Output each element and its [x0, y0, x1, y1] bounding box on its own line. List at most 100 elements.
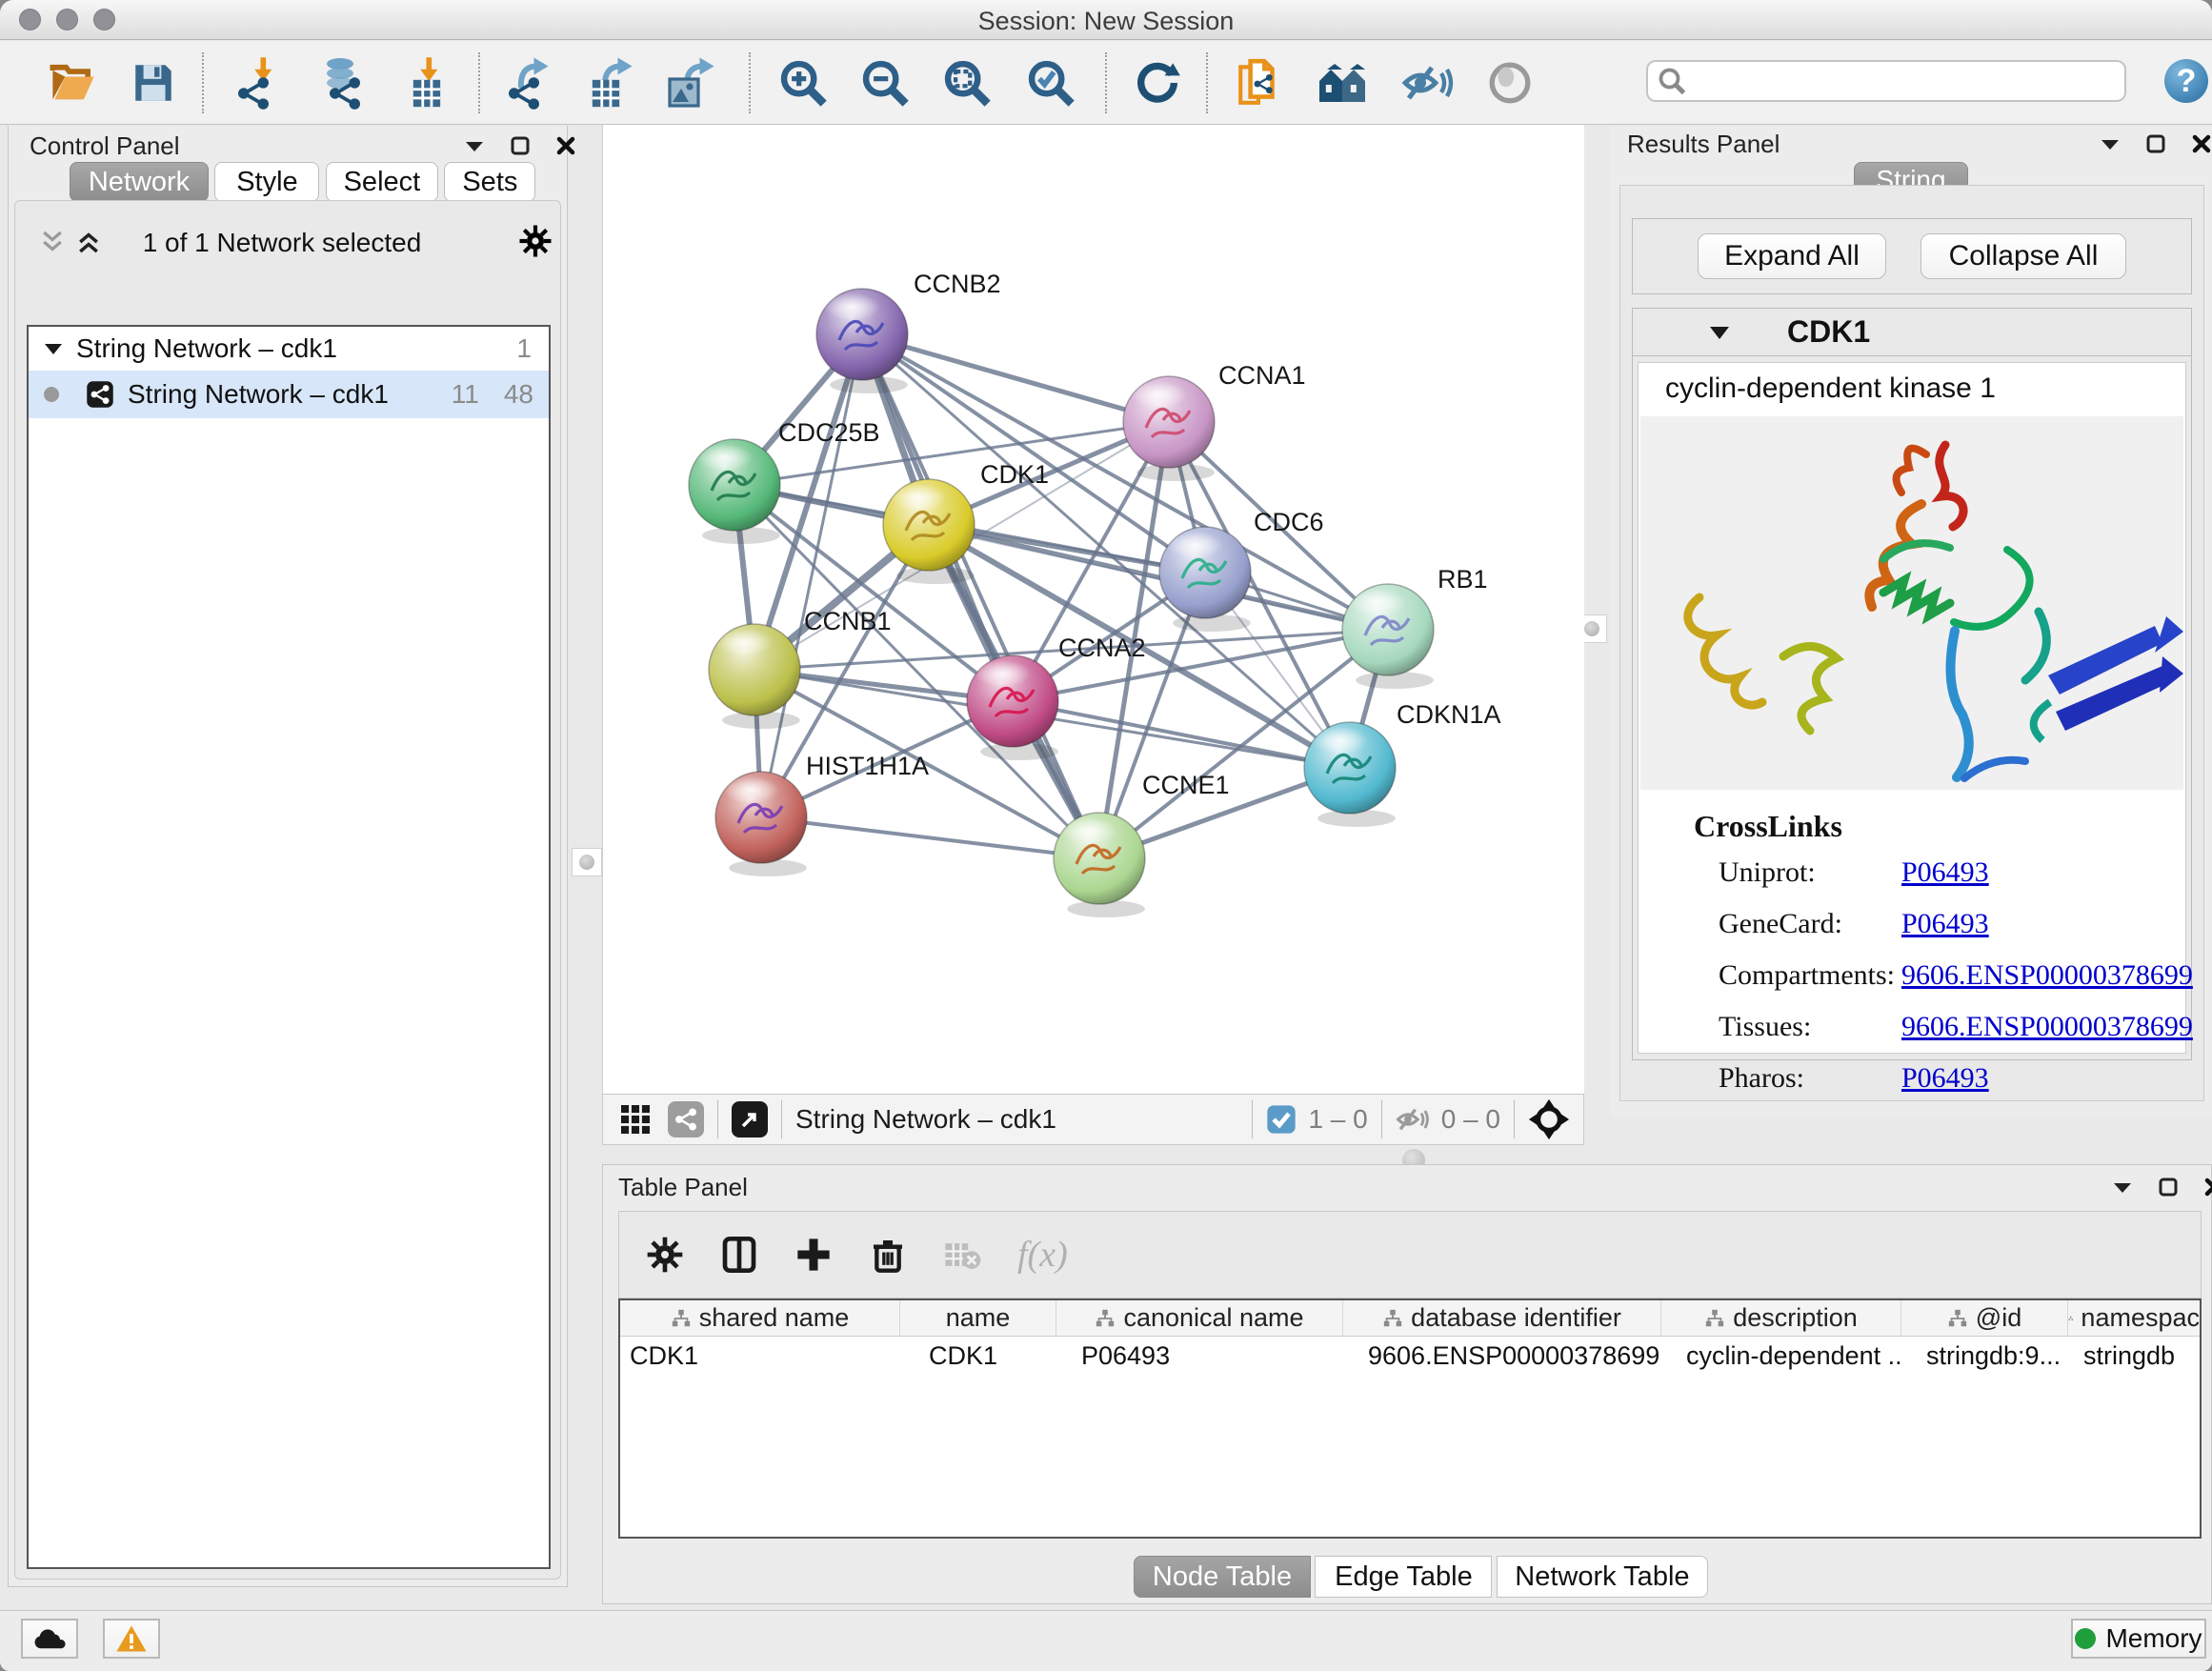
function-builder-icon[interactable]: f(x) [1017, 1234, 1068, 1276]
attribute-icon [1947, 1308, 1968, 1329]
crosslink-label: Uniprot: [1719, 856, 1816, 889]
column-header[interactable]: @id [1901, 1300, 2068, 1336]
export-image-icon[interactable] [663, 55, 718, 111]
toolbar-separator [749, 52, 751, 113]
refresh-view-icon[interactable] [1130, 55, 1185, 111]
cloud-status-button[interactable] [21, 1619, 78, 1659]
svg-text:CDK1: CDK1 [980, 460, 1049, 489]
crosslink-genecard-link[interactable]: P06493 [1901, 908, 1989, 940]
delete-column-icon[interactable] [869, 1236, 907, 1274]
crosslink-pharos-link[interactable]: P06493 [1901, 1062, 1989, 1095]
export-network-icon[interactable] [503, 55, 558, 111]
open-session-icon[interactable] [46, 55, 101, 111]
cell-description[interactable]: cyclin-dependent ... [1661, 1337, 1901, 1375]
expand-collapse-bar: Expand All Collapse All [1632, 218, 2192, 294]
zoom-fit-icon[interactable] [939, 55, 995, 111]
import-table-file-icon[interactable] [398, 55, 453, 111]
network-row-selected[interactable]: String Network – cdk1 11 48 [29, 371, 549, 418]
network-canvas[interactable]: CCNB2 CCNA1 CDC25B CDK1 CDC6 [602, 125, 1584, 1094]
help-button[interactable]: ? [2164, 59, 2208, 103]
gene-section-header[interactable]: CDK1 [1633, 309, 2191, 356]
hidden-eye-slash-icon[interactable] [1396, 1104, 1430, 1135]
status-bar: Memory [0, 1610, 2212, 1671]
column-header[interactable]: shared name [620, 1300, 900, 1336]
tab-style[interactable]: Style [214, 162, 319, 202]
hide-selected-icon[interactable] [1400, 55, 1456, 111]
network-collection-row[interactable]: String Network – cdk1 1 [29, 327, 549, 371]
column-header[interactable]: database identifier [1343, 1300, 1661, 1336]
column-header[interactable]: description [1661, 1300, 1901, 1336]
column-header[interactable]: name [900, 1300, 1056, 1336]
memory-button[interactable]: Memory [2071, 1619, 2206, 1659]
tab-edge-table[interactable]: Edge Table [1315, 1556, 1492, 1598]
attribute-icon [1382, 1308, 1403, 1329]
zoom-selected-icon[interactable] [1023, 55, 1078, 111]
show-columns-icon[interactable] [720, 1236, 758, 1274]
maximize-panel-icon[interactable] [2145, 133, 2166, 154]
maximize-panel-icon[interactable] [510, 135, 531, 156]
zoom-out-icon[interactable] [857, 55, 913, 111]
svg-text:CDC25B: CDC25B [778, 418, 880, 447]
clone-network-icon[interactable] [1233, 55, 1288, 111]
network-label: String Network – cdk1 [128, 379, 389, 410]
expand-all-networks-icon[interactable] [74, 228, 103, 256]
network-tab-content: 1 of 1 Network selected String Network –… [14, 200, 561, 1580]
zoom-in-icon[interactable] [775, 55, 831, 111]
column-header[interactable]: namespac [2068, 1300, 2200, 1336]
export-table-icon[interactable] [583, 55, 638, 111]
crosslink-tissues-link[interactable]: 9606.ENSP00000378699 [1901, 1011, 2193, 1043]
maximize-panel-icon[interactable] [2158, 1177, 2179, 1198]
detach-view-icon[interactable] [732, 1101, 768, 1137]
cell-namespace[interactable]: stringdb [2068, 1337, 2200, 1375]
gene-description: cyclin-dependent kinase 1 [1665, 372, 1996, 405]
left-splitter-handle[interactable] [572, 848, 602, 876]
table-row[interactable]: CDK1 CDK1 P06493 9606.ENSP00000378699 cy… [620, 1337, 2200, 1375]
collapse-all-networks-icon[interactable] [38, 228, 67, 256]
collection-expanded-icon[interactable] [44, 341, 63, 356]
float-panel-icon[interactable] [2100, 136, 2121, 151]
tab-sets[interactable]: Sets [444, 162, 535, 202]
cell-database-identifier[interactable]: 9606.ENSP00000378699 [1343, 1337, 1661, 1375]
cell-canonical-name[interactable]: P06493 [1056, 1337, 1343, 1375]
search-input[interactable] [1686, 66, 2105, 97]
network-graph[interactable]: CCNB2 CCNA1 CDC25B CDK1 CDC6 [603, 125, 1585, 1094]
tab-network[interactable]: Network [70, 162, 209, 202]
crosslink-compartments-link[interactable]: 9606.ENSP00000378699 [1901, 959, 2193, 992]
crosslink-uniprot-link[interactable]: P06493 [1901, 856, 1989, 889]
column-header[interactable]: canonical name [1056, 1300, 1343, 1336]
warnings-button[interactable] [103, 1619, 160, 1659]
network-view-share-icon[interactable] [668, 1101, 704, 1137]
footer-separator [1381, 1100, 1382, 1138]
float-panel-icon[interactable] [464, 138, 485, 153]
tab-select[interactable]: Select [326, 162, 438, 202]
svg-text:CCNB1: CCNB1 [804, 607, 892, 635]
title-bar: Session: New Session [0, 0, 2212, 40]
cell-shared-name[interactable]: CDK1 [620, 1337, 900, 1375]
close-panel-icon[interactable] [2191, 133, 2212, 154]
save-session-icon[interactable] [126, 55, 181, 111]
tab-network-table[interactable]: Network Table [1497, 1556, 1708, 1598]
tab-node-table[interactable]: Node Table [1134, 1556, 1311, 1598]
section-expanded-icon[interactable] [1709, 324, 1730, 341]
close-panel-icon[interactable] [555, 135, 576, 156]
add-column-icon[interactable] [794, 1236, 833, 1274]
svg-text:HIST1H1A: HIST1H1A [806, 752, 929, 780]
cell-id[interactable]: stringdb:9... [1901, 1337, 2068, 1375]
network-options-gear-icon[interactable] [518, 224, 553, 258]
float-panel-icon[interactable] [2112, 1179, 2133, 1195]
toolbar-separator [478, 52, 480, 113]
birdseye-view-icon[interactable] [1317, 55, 1372, 111]
search-bar[interactable] [1646, 60, 2126, 102]
show-preview-icon[interactable] [1482, 55, 1538, 111]
selected-checkbox-icon[interactable] [1266, 1104, 1297, 1135]
import-network-database-icon[interactable] [312, 55, 368, 111]
import-network-file-icon[interactable] [232, 55, 288, 111]
collapse-all-button[interactable]: Collapse All [1920, 233, 2126, 279]
table-options-gear-icon[interactable] [646, 1236, 684, 1274]
grid-view-icon[interactable] [618, 1102, 653, 1137]
delete-table-icon[interactable] [943, 1236, 981, 1274]
expand-all-button[interactable]: Expand All [1698, 233, 1886, 279]
cell-name[interactable]: CDK1 [900, 1337, 1056, 1375]
fit-selected-crosshair-icon[interactable] [1528, 1098, 1570, 1140]
close-panel-icon[interactable] [2203, 1177, 2212, 1198]
